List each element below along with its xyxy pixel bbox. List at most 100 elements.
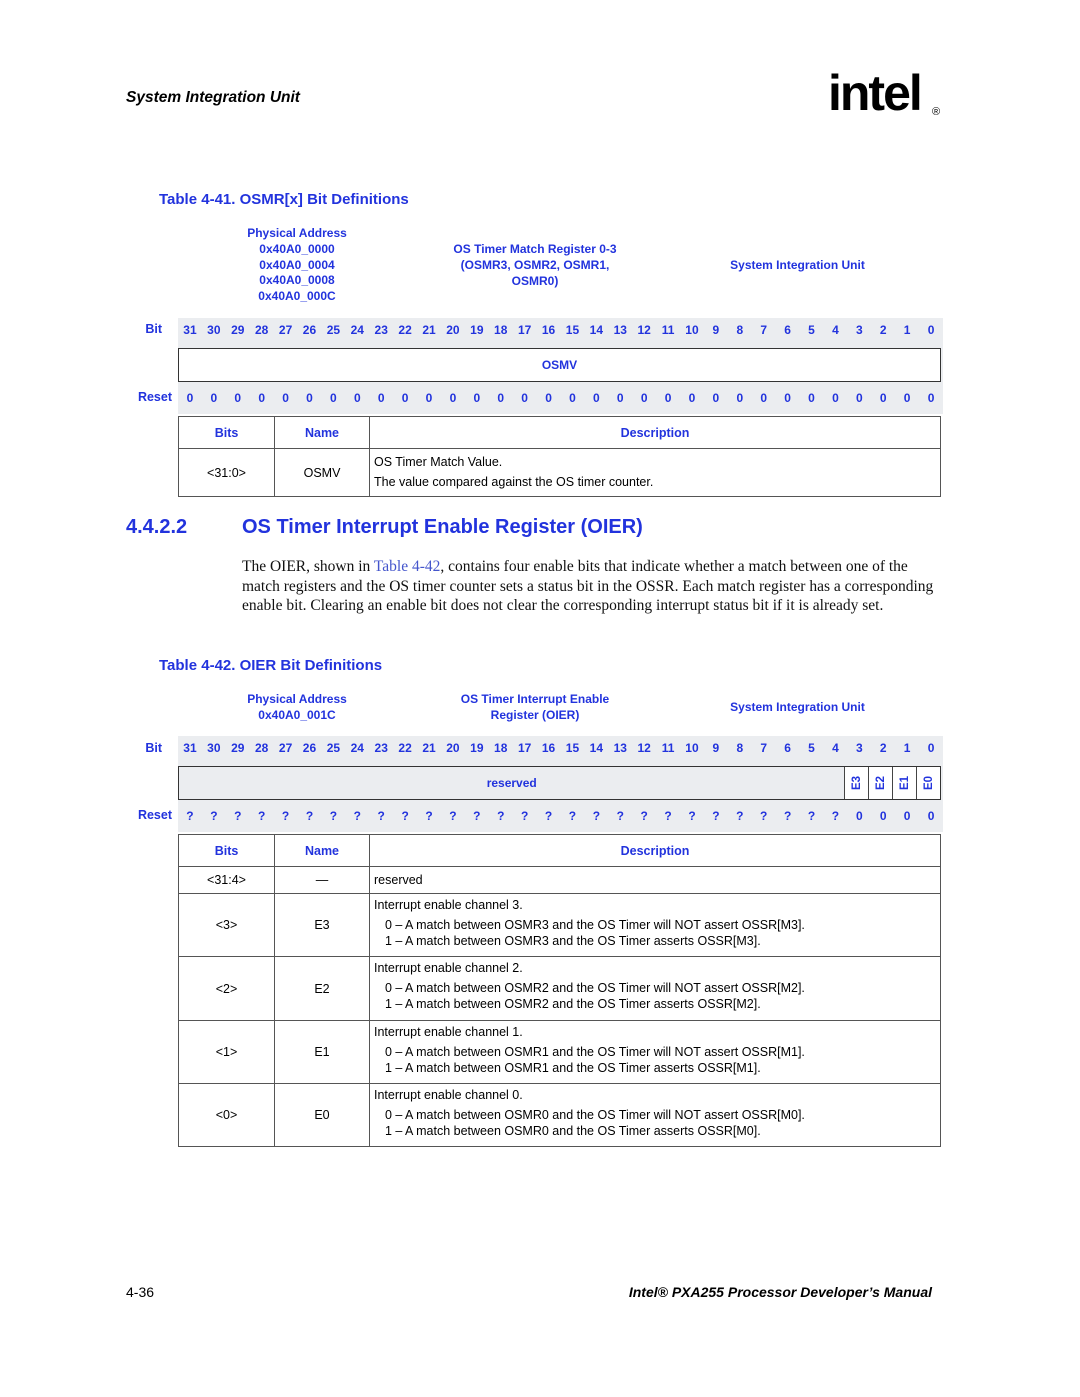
table-42-link[interactable]: Table 4-42 [374, 558, 441, 575]
reset-value: ? [329, 809, 338, 823]
description-line: Interrupt enable channel 3. [374, 898, 523, 912]
bit-number: 31 [183, 741, 197, 755]
field-e1-label: E1 [898, 775, 911, 791]
reset-value: 0 [425, 391, 433, 405]
bit-number: 28 [254, 741, 269, 755]
option-text: A match between OSMR3 and the OS Timer w… [405, 918, 805, 932]
field-e2: E2 [868, 767, 893, 799]
cell-description: Interrupt enable channel 2. 0 – A match b… [369, 956, 941, 1021]
cell-description: reserved [369, 866, 941, 894]
bit-number: 18 [494, 323, 508, 337]
option-key: 1 – [385, 997, 403, 1011]
reset-value: 0 [282, 391, 289, 405]
option-line: 1 – A match between OSMR2 and the OS Time… [374, 996, 936, 1012]
bit-number: 14 [589, 741, 604, 755]
address: 0x40A0_0008 [259, 273, 335, 288]
bit-number: 4 [832, 741, 839, 755]
table-row: <31:4> — reserved [178, 866, 941, 894]
reset-value: 0 [473, 391, 481, 405]
description-line: OS Timer Match Value. [374, 455, 503, 469]
bit-number: 15 [565, 741, 580, 755]
bit-number: 18 [494, 741, 508, 755]
cell-description: OS Timer Match Value. The value compared… [369, 448, 941, 497]
bit-number: 19 [470, 323, 484, 337]
running-header: System Integration Unit [126, 89, 300, 106]
manual-title: Intel® PXA255 Processor Developer’s Manu… [628, 1284, 932, 1300]
table-41-register-name: OS Timer Match Register 0-3 (OSMR3, OSMR… [420, 242, 650, 289]
description-line: Interrupt enable channel 1. [374, 1025, 523, 1039]
reset-value: 0 [903, 391, 911, 405]
table-header-row: Bits Name Description [178, 416, 941, 449]
bit-number: 13 [613, 323, 627, 337]
bit-number: 15 [565, 323, 580, 337]
bit-number: 24 [350, 323, 364, 337]
reset-value: ? [592, 809, 601, 823]
section-paragraph: The OIER, shown in Table 4-42, contains … [242, 557, 942, 616]
reset-value: ? [688, 809, 696, 823]
table-42-bit-numbers: 31 30 29 28 27 26 25 24 23 22 21 20 19 18 17 16 15 14 13 12… [178, 738, 943, 758]
reset-value: 0 [306, 391, 313, 405]
option-line: 1 – A match between OSMR1 and the OS Time… [374, 1060, 936, 1076]
bit-number: 20 [446, 323, 460, 337]
bit-number: 10 [685, 323, 699, 337]
column-header-description: Description [369, 416, 941, 449]
reset-value: ? [664, 809, 672, 823]
cell-bits: <0> [178, 1083, 275, 1147]
physical-address-label: Physical Address [247, 226, 347, 240]
table-42-description-table: Bits Name Description <31:4> — reserved … [178, 834, 941, 1147]
option-key: 1 – [385, 1061, 403, 1075]
reset-value: 0 [401, 391, 409, 405]
option-line: 0 – A match between OSMR3 and the OS Time… [374, 917, 936, 933]
bit-number: 26 [302, 741, 317, 755]
address: 0x40A0_0000 [259, 241, 335, 256]
option-line: 0 – A match between OSMR1 and the OS Time… [374, 1044, 936, 1060]
reset-value: 0 [330, 391, 337, 405]
reset-value: 0 [736, 391, 744, 405]
option-text: A match between OSMR2 and the OS Timer w… [405, 981, 805, 995]
reset-value: ? [258, 809, 266, 823]
bit-number: 5 [808, 741, 815, 755]
bit-number: 3 [855, 741, 863, 755]
table-41-reset-values: 0 0 0 0 0 0 0 0 0 0 0 0 0 0 0 0 0 0 0 0 0 0 0 0 0 0 0 0 0 0 0 0 [178, 388, 943, 408]
bit-number: 24 [350, 741, 364, 755]
reset-value: ? [736, 809, 744, 823]
reset-value: 0 [855, 809, 863, 823]
reset-value: 0 [927, 809, 935, 823]
cell-bits: <1> [178, 1020, 275, 1084]
reset-value: 0 [903, 809, 911, 823]
option-text: A match between OSMR0 and the OS Timer a… [405, 1124, 761, 1138]
register-name-line: OSMR0) [511, 273, 559, 288]
reset-value: 0 [879, 391, 887, 405]
bit-number: 1 [903, 741, 911, 755]
cell-name: — [274, 866, 370, 894]
table-42-address-block: Physical Address 0x40A0_001C [222, 692, 372, 724]
reset-value: ? [616, 809, 624, 823]
description-line: The value compared against the OS timer … [374, 475, 654, 489]
field-e3-label: E3 [850, 775, 863, 791]
reset-value: 0 [545, 391, 552, 405]
option-text: A match between OSMR0 and the OS Timer w… [405, 1108, 805, 1122]
address: 0x40A0_0004 [259, 257, 335, 272]
bit-number: 11 [661, 741, 675, 755]
table-row: <2> E2 Interrupt enable channel 2. 0 – A … [178, 956, 941, 1021]
section-title: OS Timer Interrupt Enable Register (OIER… [242, 516, 643, 538]
option-key: 0 – [385, 918, 403, 932]
reset-value: ? [449, 809, 457, 823]
reset-value: 0 [569, 391, 576, 405]
cell-bits: <3> [178, 893, 275, 957]
option-text: A match between OSMR1 and the OS Timer a… [405, 1061, 761, 1075]
bit-number: 25 [326, 741, 341, 755]
page-number: 4-36 [126, 1284, 155, 1300]
reset-value: ? [425, 809, 433, 823]
bit-number: 7 [760, 741, 768, 755]
table-41-bit-numbers: 31 30 29 28 27 26 25 24 23 22 21 20 19 18 17 16 15 14 13 12… [178, 320, 943, 340]
reset-value: ? [760, 809, 768, 823]
reset-value: 0 [760, 391, 768, 405]
field-reserved: reserved [179, 767, 845, 799]
reset-value: 0 [927, 391, 935, 405]
field-osmv: OSMV [541, 358, 578, 372]
bit-number: 16 [541, 741, 556, 755]
option-key: 0 – [385, 1045, 403, 1059]
bit-number: 29 [231, 741, 245, 755]
reset-row-label: Reset [137, 808, 172, 822]
